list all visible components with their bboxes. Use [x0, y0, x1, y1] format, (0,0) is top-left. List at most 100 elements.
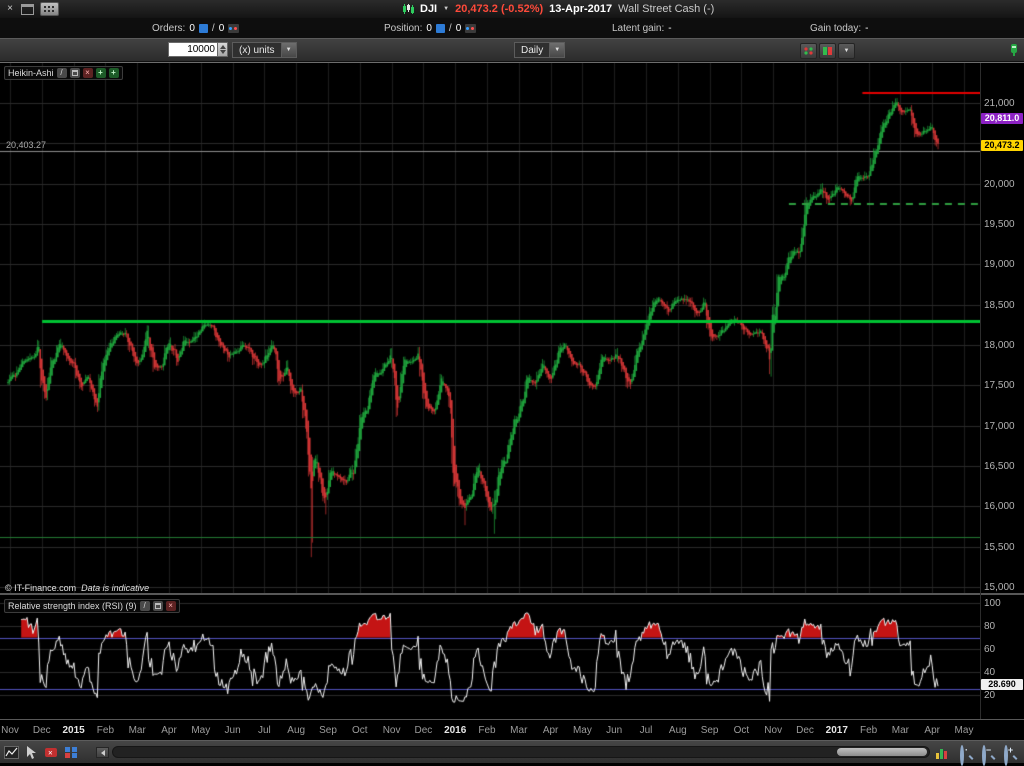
time-axis-label: Nov	[1, 725, 19, 736]
symbol-dropdown-caret[interactable]: ▼	[443, 6, 449, 12]
candlestick-icon	[403, 4, 414, 14]
orders-status: Orders: 0 / 0	[152, 18, 240, 38]
keypad-icon[interactable]	[40, 2, 59, 16]
orders-label: Orders:	[152, 22, 186, 34]
chart-style-label: Heikin-Ashi	[8, 68, 54, 78]
time-axis-label: Aug	[668, 725, 687, 736]
price-chart-canvas[interactable]	[0, 63, 980, 593]
price-axis-label: 21,000	[984, 98, 1015, 109]
zoom-reset-icon[interactable]: ·	[960, 745, 975, 766]
time-axis-label: Apr	[542, 725, 559, 736]
zoom-chart-icon[interactable]	[936, 746, 951, 761]
rsi-axis-label: 20	[984, 690, 996, 701]
scroll-left-button[interactable]	[96, 747, 109, 758]
time-axis-label: Oct	[733, 725, 750, 736]
close-icon[interactable]: ×	[4, 3, 16, 15]
latent-gain-label: Latent gain:	[612, 22, 665, 34]
grid-layout-icon[interactable]	[64, 745, 79, 760]
time-axis-label: Dec	[32, 725, 51, 736]
timeframe-dropdown[interactable]: Daily ▼	[514, 42, 566, 58]
rsi-close-icon[interactable]: ×	[165, 601, 176, 611]
wrench-icon[interactable]: /	[56, 68, 67, 78]
order-price-badge: 20,811.0	[981, 113, 1023, 124]
units-dropdown-caret[interactable]: ▼	[280, 43, 296, 57]
zoom-out-icon[interactable]: −	[982, 745, 997, 766]
chart-tools-icon[interactable]	[4, 745, 19, 760]
units-dropdown[interactable]: (x) units ▼	[232, 42, 297, 58]
price-axis-label: 17,500	[984, 380, 1015, 392]
price-axis-label: 18,000	[984, 340, 1015, 351]
window-icon[interactable]	[69, 68, 80, 78]
position-count: 0	[426, 22, 432, 34]
restore-window-icon[interactable]	[21, 3, 34, 15]
time-axis-label: Aug	[287, 725, 306, 736]
quantity-stepper[interactable]	[217, 42, 228, 57]
zoom-in-icon[interactable]: +	[1004, 745, 1019, 766]
price-axis-label: 18,500	[984, 299, 1015, 311]
position-separator: /	[448, 22, 452, 34]
position-list-icon[interactable]	[435, 23, 445, 33]
order-panel-icon[interactable]	[819, 43, 836, 59]
rsi-window-icon[interactable]	[152, 601, 163, 611]
time-axis-label: Mar	[128, 725, 146, 736]
connection-status-icon	[1008, 43, 1020, 57]
instrument-header: DJI ▼ 20,473.2 (-0.52%) 13-Apr-2017 Wall…	[402, 0, 714, 18]
chart-scrollbar-thumb[interactable]	[837, 748, 927, 756]
time-axis-label: Feb	[96, 725, 115, 736]
time-axis-label: Oct	[352, 725, 368, 736]
time-axis-label: Sep	[319, 725, 337, 736]
rsi-wrench-icon[interactable]: /	[139, 601, 150, 611]
rsi-axis-label: 100	[984, 598, 1001, 609]
time-axis-label: Nov	[764, 725, 783, 736]
quantity-input[interactable]	[168, 42, 218, 57]
gain-today-value: -	[865, 22, 869, 34]
time-axis-label: Feb	[859, 725, 878, 736]
titlebar: × DJI ▼ 20,473.2 (-0.52%) 13-Apr-2017 Wa…	[0, 0, 1024, 18]
price-axis-label: 17,000	[984, 420, 1015, 432]
time-axis-label: May	[954, 725, 974, 736]
close-pane-icon[interactable]: ×	[82, 68, 93, 78]
buy-sell-panel-icon[interactable]	[800, 43, 817, 59]
time-axis-label: Mar	[891, 725, 910, 736]
gain-today-label: Gain today:	[810, 22, 862, 34]
timeframe-dropdown-caret[interactable]: ▼	[549, 43, 565, 57]
time-axis-label: Dec	[796, 725, 814, 736]
svg-text:×: ×	[48, 749, 53, 758]
rsi-axis-label: 60	[984, 644, 996, 655]
price-axis-label: 15,500	[984, 541, 1015, 553]
indicative-note: Data is indicative	[81, 583, 150, 593]
symbol-name[interactable]: DJI	[420, 3, 437, 15]
chart-scrollbar[interactable]	[112, 746, 930, 758]
position-settings-icon[interactable]	[465, 23, 477, 33]
add-pane-icon[interactable]: +	[108, 68, 119, 78]
time-axis-label: 2017	[825, 725, 848, 736]
time-axis-label: 2015	[62, 725, 85, 736]
latent-gain-status: Latent gain: -	[612, 18, 672, 38]
trading-options-caret[interactable]: ▼	[838, 43, 855, 59]
add-indicator-icon[interactable]: +	[95, 68, 106, 78]
cursor-tool-icon[interactable]	[24, 745, 39, 760]
price-axis-label: 15,000	[984, 582, 1015, 593]
copyright-text: © IT-Finance.com	[5, 583, 77, 593]
gain-today-status: Gain today: -	[810, 18, 869, 38]
orders-count: 0	[189, 22, 195, 34]
time-axis-label: Apr	[161, 725, 177, 736]
time-axis-label: Jul	[639, 725, 653, 736]
orders-settings-icon[interactable]	[228, 23, 240, 33]
price-axis-label: 19,500	[984, 219, 1015, 230]
timeframe-dropdown-value: Daily	[521, 44, 544, 56]
rsi-chart-canvas[interactable]	[0, 595, 980, 719]
price-axis-label: 20,000	[984, 178, 1015, 190]
trading-app-window: × DJI ▼ 20,473.2 (-0.52%) 13-Apr-2017 Wa…	[0, 0, 1024, 766]
last-price-and-change: 20,473.2 (-0.52%)	[455, 3, 544, 15]
indicator-header-main: Heikin-Ashi / × + +	[4, 66, 123, 80]
last-price-badge: 20,473.2	[981, 140, 1023, 151]
units-dropdown-value: (x) units	[239, 44, 275, 56]
erase-tool-icon[interactable]: ×	[44, 745, 59, 760]
time-axis-label: Jun	[224, 725, 241, 736]
time-axis[interactable]: Nov Dec 2015 Feb Mar Apr May Jun Jul Aug Sep Oct Nov…	[0, 719, 1024, 741]
market-name: Wall Street Cash (-)	[618, 3, 715, 15]
orders-separator: /	[211, 22, 215, 34]
orders-list-icon[interactable]	[198, 23, 208, 33]
time-axis-label: Apr	[924, 725, 940, 736]
